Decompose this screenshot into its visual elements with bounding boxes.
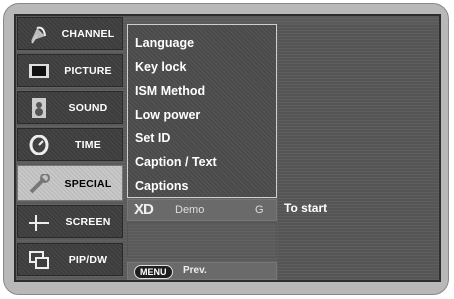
submenu-item-key-lock[interactable]: Key lock [135,55,186,79]
xd-demo-key: G [255,204,264,216]
clock-icon [28,134,50,156]
wrench-icon [28,173,50,194]
pip-windows-icon [28,250,50,270]
main-menu: CHANNEL PICTURE SOUND TIME SPECIAL SCREE… [17,17,125,280]
menu-item-sound[interactable]: SOUND [17,91,123,124]
menu-key-button[interactable]: MENU [134,265,173,279]
menu-item-special[interactable]: SPECIAL [17,165,123,201]
menu-item-screen[interactable]: SCREEN [17,205,123,238]
speaker-icon [28,98,50,118]
preview-pane [278,24,438,280]
menu-item-label: TIME [75,139,101,151]
submenu-item-captions[interactable]: Captions [135,174,188,198]
submenu-item-language[interactable]: Language [135,31,194,55]
monitor-icon [28,61,50,81]
menu-item-channel[interactable]: CHANNEL [17,17,123,50]
crosshair-icon [28,212,50,232]
submenu-lower-pane [127,222,277,258]
menu-item-pip-dw[interactable]: PIP/DW [17,243,123,276]
menu-item-label: PIP/DW [68,254,108,266]
prev-label: Prev. [183,265,207,276]
satellite-dish-icon [28,24,50,44]
menu-item-label: PICTURE [64,65,112,77]
submenu-item-set-id[interactable]: Set ID [135,126,170,150]
xd-demo-item[interactable]: XD Demo G [127,199,277,221]
submenu-item-caption-text[interactable]: Caption / Text [135,150,217,174]
menu-item-picture[interactable]: PICTURE [17,54,123,87]
to-start-hint: To start [284,201,328,215]
menu-item-label: SOUND [68,102,108,114]
xd-logo: XD [134,201,154,218]
menu-item-label: SPECIAL [64,178,112,190]
menu-item-time[interactable]: TIME [17,128,123,161]
submenu-item-low-power[interactable]: Low power [135,103,200,127]
menu-item-label: SCREEN [65,216,111,228]
submenu-item-ism-method[interactable]: ISM Method [135,79,205,103]
special-submenu: Language Key lock ISM Method Low power S… [127,24,277,198]
footer-bar: MENU Prev. [127,262,277,280]
xd-demo-label: Demo [175,204,205,216]
menu-item-label: CHANNEL [61,28,115,40]
